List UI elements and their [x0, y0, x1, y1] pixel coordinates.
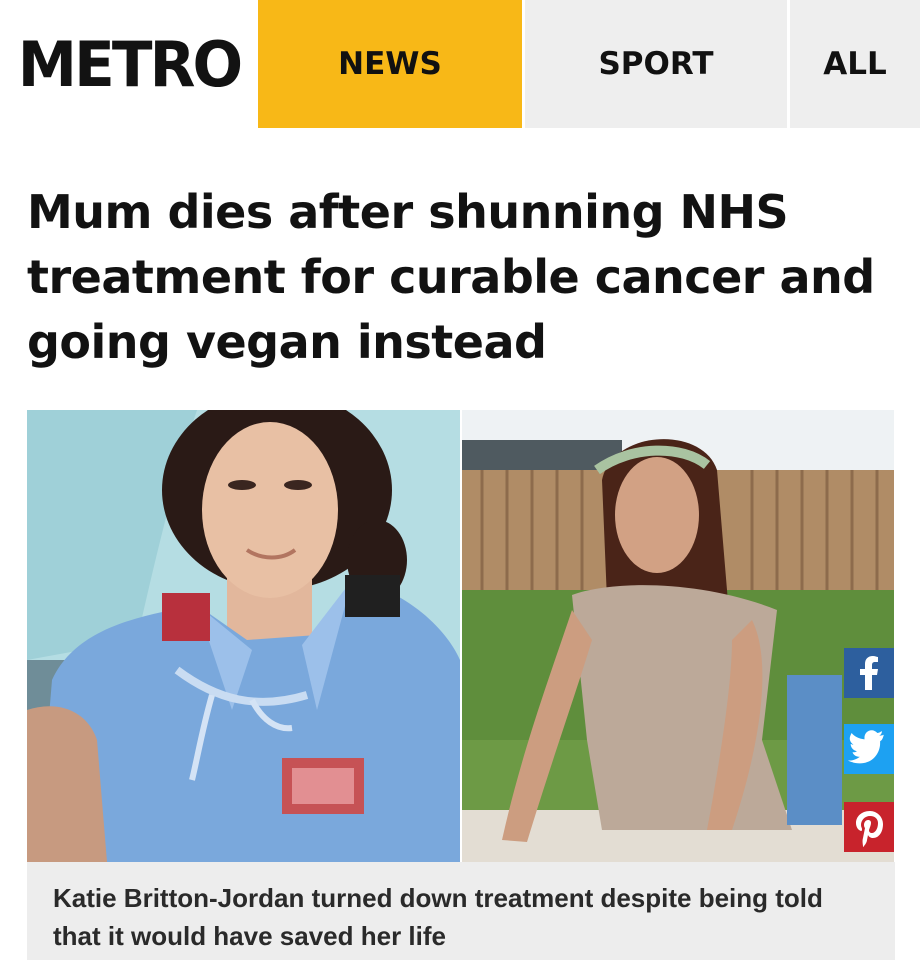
pinterest-share-button[interactable] [844, 802, 894, 852]
metro-logo[interactable]: METRO [5, 0, 253, 128]
twitter-share-button[interactable] [844, 724, 894, 774]
twitter-icon [847, 730, 884, 764]
facebook-icon [860, 656, 878, 690]
tab-sport[interactable]: SPORT [525, 0, 787, 128]
pinterest-icon [856, 811, 883, 847]
facebook-share-button[interactable] [844, 648, 894, 698]
photo-caption: Katie Britton-Jordan turned down treatme… [27, 862, 895, 960]
tab-news[interactable]: NEWS [258, 0, 522, 128]
article-headline: Mum dies after shunning NHS treatment fo… [27, 185, 875, 369]
tab-all[interactable]: ALL [790, 0, 920, 128]
photo-hospital-selfie [27, 410, 460, 862]
photo-garden [462, 410, 894, 862]
top-nav: METRO NEWS SPORT ALL [0, 0, 920, 128]
